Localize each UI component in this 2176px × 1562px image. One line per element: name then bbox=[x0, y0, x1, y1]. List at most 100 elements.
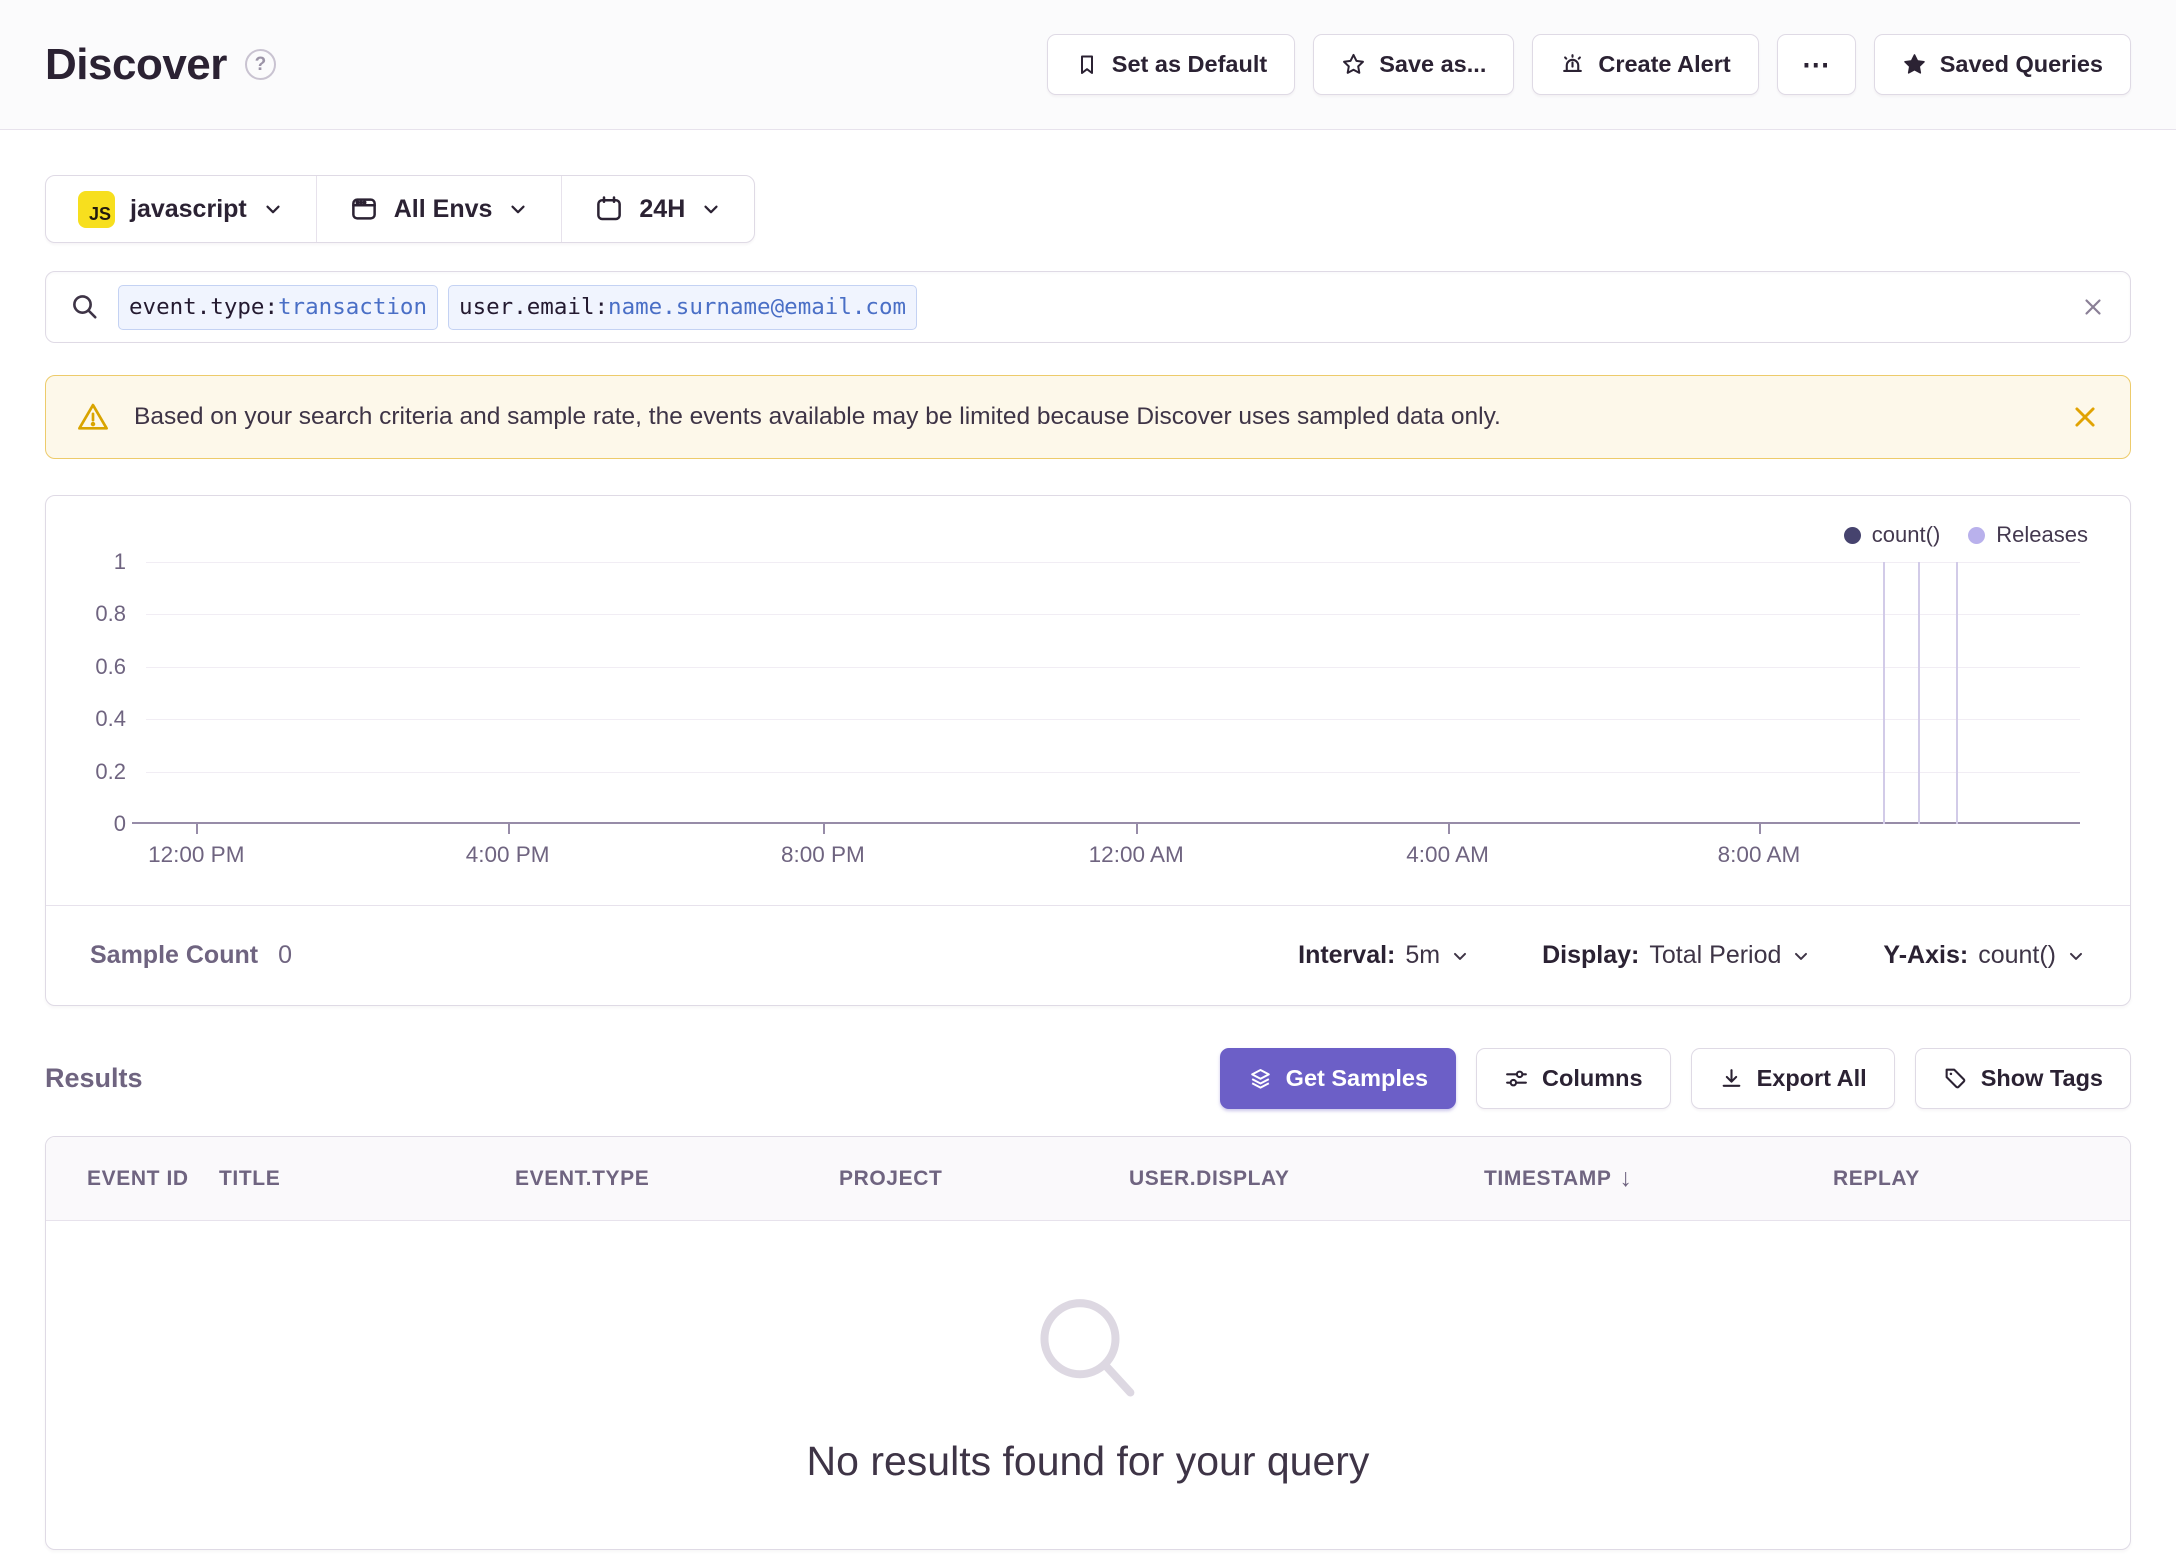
bookmark-icon bbox=[1075, 53, 1099, 77]
create-alert-button[interactable]: Create Alert bbox=[1532, 34, 1759, 95]
sliders-icon bbox=[1504, 1066, 1529, 1091]
legend-label: Releases bbox=[1996, 522, 2088, 547]
search-token-user-email[interactable]: user.email: name.surname@email.com bbox=[448, 284, 918, 330]
date-range-label: 24H bbox=[639, 194, 686, 223]
chevron-down-icon bbox=[262, 198, 284, 220]
project-selector[interactable]: JS javascript bbox=[46, 176, 316, 242]
column-header-project[interactable]: PROJECT bbox=[839, 1167, 1129, 1191]
chevron-down-icon bbox=[700, 198, 722, 220]
display-dropdown[interactable]: Display: Total Period bbox=[1542, 941, 1811, 970]
ellipsis-icon: ⋯ bbox=[1801, 49, 1831, 80]
calendar-icon bbox=[594, 194, 624, 224]
columns-button[interactable]: Columns bbox=[1476, 1047, 1671, 1109]
y-axis-dropdown[interactable]: Y-Axis: count() bbox=[1883, 941, 2086, 970]
show-tags-label: Show Tags bbox=[1980, 1064, 2103, 1091]
interval-label: Interval: bbox=[1298, 941, 1396, 969]
release-marker-line[interactable] bbox=[1956, 562, 1959, 824]
chevron-down-icon bbox=[2066, 946, 2086, 966]
environment-selector-label: All Envs bbox=[393, 194, 493, 223]
x-axis-tick bbox=[822, 824, 825, 834]
columns-label: Columns bbox=[1542, 1064, 1643, 1091]
banner-text: Based on your search criteria and sample… bbox=[134, 403, 1501, 430]
chevron-down-icon bbox=[507, 198, 529, 220]
page-title: Discover bbox=[45, 39, 227, 89]
column-header-label: TIMESTAMP bbox=[1484, 1166, 1612, 1190]
column-header-timestamp[interactable]: TIMESTAMP ↓ bbox=[1484, 1164, 1833, 1193]
help-icon[interactable]: ? bbox=[244, 49, 276, 80]
save-as-button[interactable]: Save as... bbox=[1313, 34, 1515, 95]
y-axis-value: count() bbox=[1978, 941, 2056, 969]
export-all-button[interactable]: Export All bbox=[1690, 1047, 1895, 1109]
x-axis-tick bbox=[507, 824, 510, 834]
y-axis-label: Y-Axis: bbox=[1883, 941, 1969, 969]
interval-value: 5m bbox=[1405, 941, 1441, 969]
results-table: EVENT ID TITLE EVENT.TYPE PROJECT USER.DISPL… bbox=[45, 1136, 2131, 1550]
table-empty-state: No results found for your query bbox=[46, 1221, 2130, 1549]
column-header-replay[interactable]: REPLAY bbox=[1833, 1167, 2130, 1191]
x-axis-tick-label: 4:00 AM bbox=[1406, 842, 1489, 867]
sample-count-label: Sample Count bbox=[90, 941, 259, 969]
clear-search-icon[interactable] bbox=[2080, 294, 2106, 320]
set-as-default-button[interactable]: Set as Default bbox=[1046, 34, 1296, 95]
export-all-label: Export All bbox=[1756, 1064, 1867, 1091]
x-axis-tick-label: 8:00 PM bbox=[780, 842, 865, 867]
saved-queries-button[interactable]: Saved Queries bbox=[1873, 34, 2131, 95]
column-header-user-display[interactable]: USER.DISPLAY bbox=[1129, 1167, 1484, 1191]
x-axis-tick bbox=[1758, 824, 1761, 834]
release-marker-line[interactable] bbox=[1882, 562, 1885, 824]
javascript-platform-icon: JS bbox=[78, 190, 115, 228]
download-icon bbox=[1719, 1066, 1744, 1091]
environment-selector[interactable]: All Envs bbox=[317, 176, 562, 242]
saved-queries-label: Saved Queries bbox=[1939, 51, 2103, 77]
legend-item-count[interactable]: count() bbox=[1843, 522, 1940, 548]
dismiss-banner-icon[interactable] bbox=[2070, 402, 2100, 432]
gridline bbox=[146, 771, 2080, 773]
legend-dot bbox=[1968, 526, 1986, 544]
results-header-row: Results Get Samples Columns Export All S… bbox=[45, 1046, 2131, 1110]
show-tags-button[interactable]: Show Tags bbox=[1914, 1047, 2131, 1109]
column-header-label: EVENT ID bbox=[87, 1166, 189, 1190]
column-header-title[interactable]: TITLE bbox=[219, 1167, 515, 1191]
chart-legend: count() Releases bbox=[1843, 522, 2088, 548]
release-marker-line[interactable] bbox=[1917, 562, 1920, 824]
page-filter-bar: JS javascript All Envs 24H bbox=[45, 175, 756, 243]
date-range-selector[interactable]: 24H bbox=[562, 176, 754, 242]
project-selector-label: javascript bbox=[130, 194, 247, 223]
column-header-label: PROJECT bbox=[839, 1166, 943, 1190]
search-input[interactable]: event.type: transaction user.email: name.s… bbox=[45, 271, 2131, 343]
x-axis-tick-label: 4:00 PM bbox=[465, 842, 550, 867]
x-axis-tick-label: 12:00 AM bbox=[1088, 842, 1184, 867]
column-header-event-type[interactable]: EVENT.TYPE bbox=[515, 1167, 839, 1191]
layers-icon bbox=[1248, 1066, 1273, 1091]
search-icon bbox=[70, 292, 100, 322]
column-header-label: EVENT.TYPE bbox=[515, 1166, 650, 1190]
get-samples-button[interactable]: Get Samples bbox=[1219, 1047, 1457, 1109]
sample-count-value: 0 bbox=[278, 941, 292, 969]
set-as-default-label: Set as Default bbox=[1111, 51, 1268, 77]
column-header-label: USER.DISPLAY bbox=[1129, 1166, 1290, 1190]
save-as-label: Save as... bbox=[1379, 51, 1487, 77]
y-axis-tick-label: 0.4 bbox=[95, 706, 126, 732]
x-axis-tick-label: 12:00 PM bbox=[148, 842, 245, 867]
star-filled-icon bbox=[1902, 52, 1927, 77]
empty-search-icon bbox=[1025, 1286, 1151, 1412]
x-axis-tick bbox=[196, 824, 199, 834]
column-header-event-id[interactable]: EVENT ID bbox=[46, 1167, 219, 1191]
legend-item-releases[interactable]: Releases bbox=[1968, 522, 2088, 548]
gridline bbox=[146, 666, 2080, 668]
y-axis-tick-label: 0 bbox=[113, 811, 126, 836]
header-actions: Set as Default Save as... Create Alert ⋯… bbox=[1046, 34, 2131, 95]
chevron-down-icon bbox=[1791, 946, 1811, 966]
column-header-label: TITLE bbox=[219, 1166, 281, 1190]
gridline bbox=[146, 562, 2080, 563]
interval-dropdown[interactable]: Interval: 5m bbox=[1298, 941, 1470, 970]
more-options-button[interactable]: ⋯ bbox=[1776, 34, 1856, 95]
y-axis-tick-label: 0.8 bbox=[95, 601, 126, 627]
y-axis-tick-label: 0.6 bbox=[95, 653, 126, 679]
star-outline-icon bbox=[1341, 52, 1366, 77]
token-value: transaction bbox=[278, 294, 428, 320]
search-token-event-type[interactable]: event.type: transaction bbox=[118, 284, 439, 330]
chevron-down-icon bbox=[1450, 946, 1470, 966]
get-samples-label: Get Samples bbox=[1285, 1064, 1429, 1091]
window-icon bbox=[349, 194, 379, 224]
